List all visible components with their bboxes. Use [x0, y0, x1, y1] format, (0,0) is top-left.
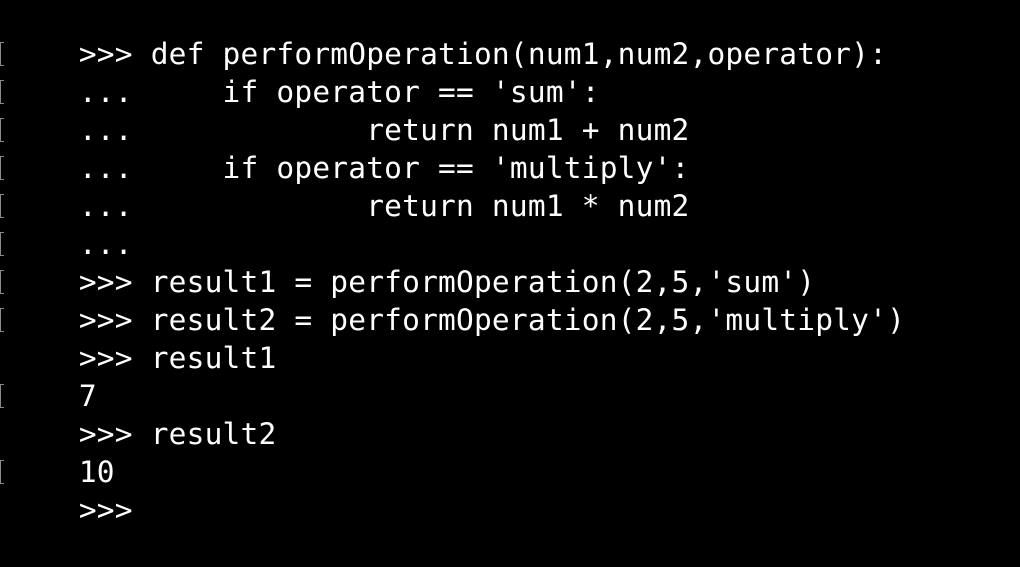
line-marker-icon [0, 156, 4, 180]
terminal-window[interactable]: >>> def performOperation(num1,num2,opera… [0, 0, 1020, 527]
line-marker-icon [0, 42, 4, 66]
terminal-line: ... if operator == 'multiply': [0, 111, 1020, 185]
line-marker-icon [0, 80, 4, 104]
terminal-line: ... [0, 187, 1020, 261]
terminal-line: >>> result2 [0, 377, 1020, 451]
terminal-line: ... if operator == 'sum': [0, 35, 1020, 109]
terminal-line: >>> result1 [0, 301, 1020, 375]
line-marker-icon [0, 232, 4, 256]
line-marker-icon [0, 308, 4, 332]
terminal-line: >>> result1 = performOperation(2,5,'sum'… [0, 225, 1020, 299]
terminal-output-line: 7 [0, 339, 1020, 413]
terminal-prompt: >>> [78, 493, 151, 527]
line-marker-icon [0, 460, 4, 484]
terminal-line: ... return num1 * num2 [0, 149, 1020, 223]
terminal-line: >>> def performOperation(num1,num2,opera… [0, 0, 1020, 71]
terminal-output-line: 10 [0, 415, 1020, 489]
line-marker-icon [0, 384, 4, 408]
terminal-line: ... return num1 + num2 [0, 73, 1020, 147]
terminal-input-line[interactable]: >>> [0, 453, 1020, 527]
line-marker-icon [0, 194, 4, 218]
terminal-line: >>> result2 = performOperation(2,5,'mult… [0, 263, 1020, 337]
line-marker-icon [0, 270, 4, 294]
line-marker-icon [0, 118, 4, 142]
